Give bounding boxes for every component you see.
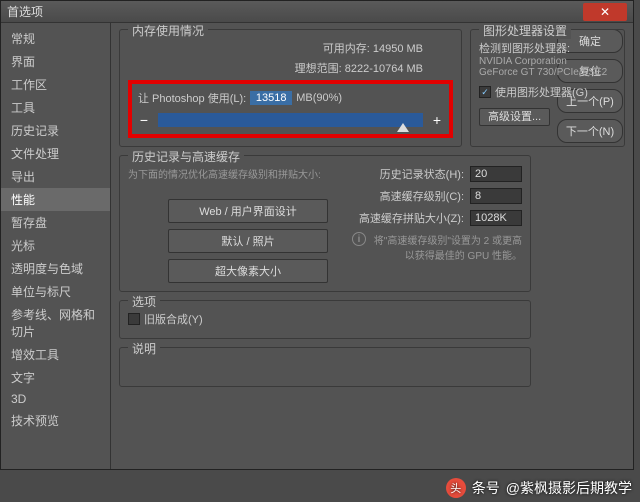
sidebar-item-6[interactable]: 导出 [1,165,110,188]
options-group: 选项 旧版合成(Y) [119,300,531,339]
sidebar-item-1[interactable]: 界面 [1,50,110,73]
sidebar-item-10[interactable]: 透明度与色域 [1,257,110,280]
description-legend: 说明 [128,340,160,357]
memory-unit: MB(90%) [296,92,342,104]
slider-thumb[interactable] [397,123,409,132]
memory-highlight: 让 Photoshop 使用(L): MB(90%) − + [128,80,453,138]
info-icon: i [352,232,366,246]
gpu-detected-label: 检测到图形处理器: [479,40,616,56]
available-value: 14950 MB [373,43,423,55]
gpu-group: 图形处理器设置 检测到图形处理器: NVIDIA Corporation GeF… [470,29,625,147]
close-button[interactable]: ✕ [583,3,627,21]
options-legend: 选项 [128,293,160,310]
memory-group: 内存使用情况 可用内存: 14950 MB 理想范围: 8222-10764 M… [119,29,462,147]
watermark: 头 条号 @紫枫摄影后期教学 [446,478,632,498]
history-hint: 将"高速缓存级别"设置为 2 或更高以获得最佳的 GPU 性能。 [372,232,522,262]
cache-select[interactable] [470,188,522,204]
description-group: 说明 [119,347,531,387]
tile-label: 高速缓存拼贴大小(Z): [359,210,464,226]
sidebar-item-5[interactable]: 文件处理 [1,142,110,165]
watermark-icon: 头 [446,478,466,498]
cache-label: 高速缓存级别(C): [380,188,464,204]
sidebar-item-12[interactable]: 参考线、网格和切片 [1,303,110,343]
watermark-author: @紫枫摄影后期教学 [506,478,632,498]
gpu-info: NVIDIA Corporation GeForce GT 730/PCIe/S… [479,56,616,78]
history-legend: 历史记录与高速缓存 [128,148,244,165]
sidebar-item-11[interactable]: 单位与标尺 [1,280,110,303]
gpu-legend: 图形处理器设置 [479,23,571,39]
sidebar-item-15[interactable]: 3D [1,389,110,409]
preset-button-0[interactable]: Web / 用户界面设计 [168,199,328,223]
gpu-model: GeForce GT 730/PCIe/SSE2 [479,67,616,78]
memory-slider[interactable]: − + [138,112,443,128]
tile-select[interactable] [470,210,522,226]
sidebar-item-3[interactable]: 工具 [1,96,110,119]
sidebar-item-13[interactable]: 增效工具 [1,343,110,366]
use-gpu-checkbox[interactable]: ✓ 使用图形处理器(G) [479,84,588,100]
sidebar-item-9[interactable]: 光标 [1,234,110,257]
history-group: 历史记录与高速缓存 历史记录状态(H): 高速缓存级别(C): 高速缓存拼贴大小… [119,155,531,292]
sidebar-item-14[interactable]: 文字 [1,366,110,389]
sidebar-item-2[interactable]: 工作区 [1,73,110,96]
minus-icon[interactable]: − [138,112,150,128]
sidebar-item-4[interactable]: 历史记录 [1,119,110,142]
preset-button-2[interactable]: 超大像素大小 [168,259,328,283]
states-label: 历史记录状态(H): [380,166,464,182]
checkbox-icon: ✓ [479,86,491,98]
ideal-label: 理想范围: [295,63,342,75]
legacy-checkbox[interactable]: 旧版合成(Y) [128,311,203,327]
main-panel: 确定 复位 上一个(P) 下一个(N) 内存使用情况 可用内存: 14950 M… [111,23,633,469]
available-label: 可用内存: [323,43,370,55]
sidebar-item-7[interactable]: 性能 [1,188,110,211]
sidebar: 常规界面工作区工具历史记录文件处理导出性能暂存盘光标透明度与色域单位与标尺参考线… [1,23,111,469]
ideal-value: 8222-10764 MB [345,63,423,75]
preset-button-1[interactable]: 默认 / 照片 [168,229,328,253]
sidebar-item-16[interactable]: 技术预览 [1,409,110,432]
use-gpu-label: 使用图形处理器(G) [495,84,588,100]
gpu-vendor: NVIDIA Corporation [479,56,616,67]
memory-input[interactable] [250,91,292,105]
checkbox-icon [128,313,140,325]
sidebar-item-8[interactable]: 暂存盘 [1,211,110,234]
plus-icon[interactable]: + [431,112,443,128]
gpu-advanced-button[interactable]: 高级设置... [479,108,550,126]
legacy-label: 旧版合成(Y) [144,311,203,327]
sidebar-item-0[interactable]: 常规 [1,27,110,50]
titlebar: 首选项 ✕ [1,1,633,23]
slider-track[interactable] [158,113,423,127]
preferences-window: 首选项 ✕ 常规界面工作区工具历史记录文件处理导出性能暂存盘光标透明度与色域单位… [0,0,634,470]
let-label: 让 Photoshop 使用(L): [138,90,246,106]
states-select[interactable] [470,166,522,182]
memory-legend: 内存使用情况 [128,23,208,39]
watermark-suffix: 条号 [472,478,500,498]
window-title: 首选项 [7,3,583,20]
